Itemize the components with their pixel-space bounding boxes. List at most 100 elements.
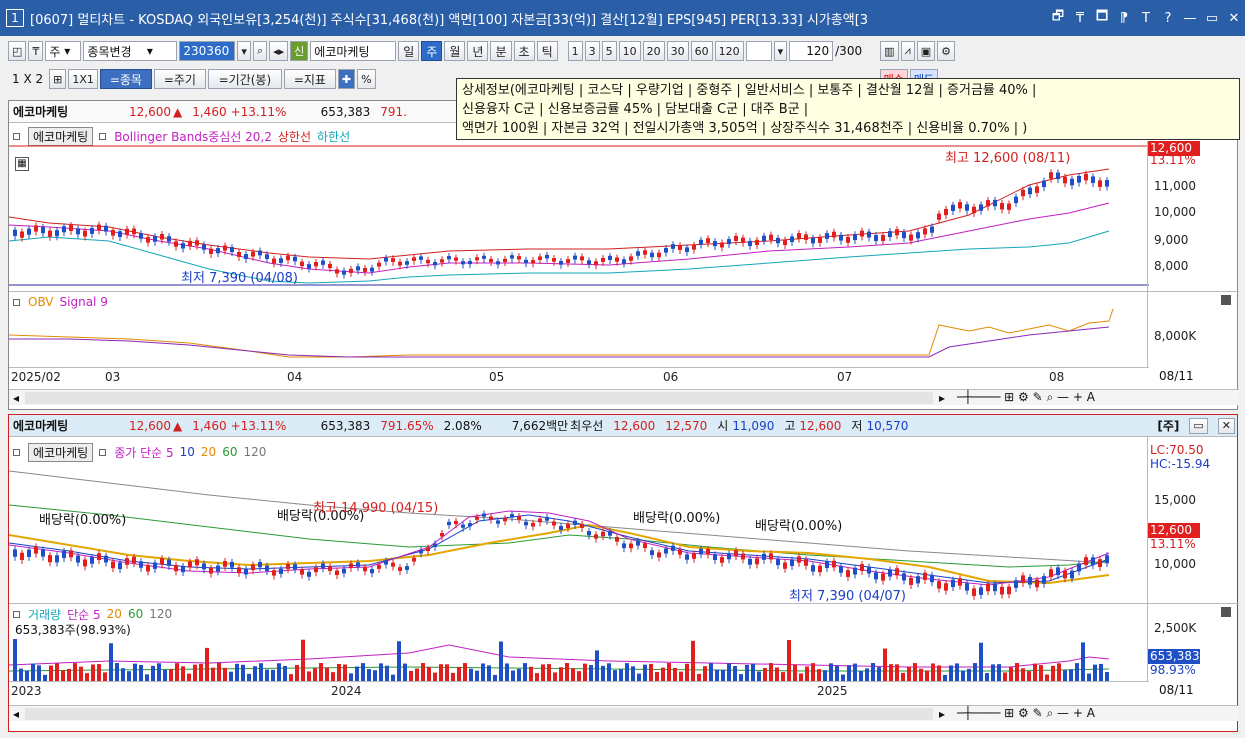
market-select[interactable]: 주 ▾ xyxy=(45,41,82,61)
pin-code-icon[interactable]: ₸ xyxy=(28,41,44,61)
volume-bar xyxy=(559,667,563,681)
maximize-icon[interactable]: ▭ xyxy=(1201,11,1223,26)
compare-icon[interactable]: ▥ xyxy=(880,41,899,61)
candle-body xyxy=(734,235,738,242)
interval-120[interactable]: 120 xyxy=(714,41,744,61)
period-year[interactable]: 년 xyxy=(467,41,489,61)
scroll-right-icon[interactable]: ▸ xyxy=(935,391,949,405)
panel-close-icon[interactable] xyxy=(1221,295,1231,305)
zoom-tools[interactable]: ─┼──── ⊞ ⚙ ✎ ⌕ — + A xyxy=(949,706,1239,721)
interval-dropdown[interactable]: ▾ xyxy=(773,41,788,61)
period-month[interactable]: 월 xyxy=(444,41,466,61)
interval-60[interactable]: 60 xyxy=(690,41,713,61)
ma60-label[interactable]: 60 xyxy=(222,445,237,459)
interval-30[interactable]: 30 xyxy=(666,41,689,61)
volume-bar xyxy=(1075,663,1079,681)
volume-bar xyxy=(511,670,515,681)
top-legend-name[interactable]: 에코마케팅 xyxy=(28,126,94,146)
period-sync-button[interactable]: =주기 xyxy=(153,69,206,89)
bottom-scrollbar[interactable]: ◂ ▸ ─┼──── ⊞ ⚙ ✎ ⌕ — + A xyxy=(9,705,1239,721)
change-select[interactable]: 종목변경 ▾ xyxy=(83,41,178,61)
minimize-icon[interactable]: — xyxy=(1179,11,1201,26)
scroll-track[interactable] xyxy=(25,707,933,720)
scroll-right-icon[interactable]: ▸ xyxy=(935,707,949,721)
grid-icon[interactable]: ⊞ xyxy=(49,69,67,89)
bottom-legend-name[interactable]: 에코마케팅 xyxy=(28,442,94,462)
link-icon[interactable]: ◰ xyxy=(8,41,27,61)
range-sync-button[interactable]: =기간(봉) xyxy=(207,69,282,89)
percent-button[interactable]: % xyxy=(357,69,376,89)
up-arrow-icon: ▲ xyxy=(173,418,183,433)
period-tick[interactable]: 틱 xyxy=(536,41,558,61)
volume-bar xyxy=(445,664,449,681)
bb-label[interactable]: Bollinger Bands중심선 20,2 xyxy=(114,128,272,145)
bottom-xlabel: 2025 xyxy=(817,684,848,698)
interval-3[interactable]: 3 xyxy=(584,41,600,61)
indicator-sync-button[interactable]: =지표 xyxy=(283,69,336,89)
period-day[interactable]: 일 xyxy=(398,41,420,61)
bb-lower-label[interactable]: 하한선 xyxy=(317,128,350,145)
stock-code-input[interactable]: 230360 xyxy=(179,41,236,61)
candle-body xyxy=(41,227,45,234)
pin-icon[interactable]: ₸ xyxy=(1069,11,1091,26)
legend-square-icon xyxy=(13,132,20,140)
interval-20[interactable]: 20 xyxy=(642,41,665,61)
candle-body xyxy=(405,566,409,570)
candle-body xyxy=(867,566,871,574)
period-week[interactable]: 주 xyxy=(421,41,443,61)
search-icon[interactable]: ⌕ xyxy=(252,41,268,61)
count-input[interactable]: 120 xyxy=(789,41,834,61)
candle-body xyxy=(321,563,325,569)
help-icon[interactable]: ? xyxy=(1157,11,1179,26)
candle-body xyxy=(111,229,115,236)
layout-1x1-button[interactable]: 1X1 xyxy=(68,69,98,89)
period-second[interactable]: 초 xyxy=(513,41,535,61)
save-icon[interactable]: ▣ xyxy=(916,41,936,61)
ma20-label[interactable]: 20 xyxy=(201,445,216,459)
candle-body xyxy=(209,248,213,254)
candle-body xyxy=(727,553,731,560)
interval-5[interactable]: 5 xyxy=(601,41,617,61)
scroll-track[interactable] xyxy=(25,391,933,404)
font-icon[interactable]: T xyxy=(1135,11,1157,26)
top-scrollbar[interactable]: ◂ ▸ ─┼──── ⊞ ⚙ ✎ ⌕ — + A xyxy=(9,389,1239,405)
code-dropdown[interactable]: ▾ xyxy=(237,41,251,61)
interval-10[interactable]: 10 xyxy=(618,41,641,61)
interval-input[interactable] xyxy=(745,41,772,61)
top-y-axis: 12,600 13.11% 11,000 10,000 9,000 8,000 xyxy=(1147,141,1237,291)
candle-body xyxy=(916,576,920,584)
volume-bar xyxy=(655,671,659,681)
stock-sync-button[interactable]: =종목 xyxy=(99,69,152,89)
gear-icon[interactable]: ⚙ xyxy=(937,41,955,61)
bb-upper-label[interactable]: 상한선 xyxy=(278,128,311,145)
ma10-label[interactable]: 10 xyxy=(180,445,195,459)
ma-label[interactable]: 종가 단순 5 xyxy=(114,444,173,461)
volume-bar xyxy=(325,667,329,681)
candle-body xyxy=(797,233,801,239)
interval-1[interactable]: 1 xyxy=(567,41,583,61)
maximize-panel-icon[interactable]: ▭ xyxy=(1189,417,1208,434)
panel-close-icon[interactable] xyxy=(1221,607,1231,617)
volume-tag: 653,383 xyxy=(1148,649,1200,664)
trend-icon[interactable]: ⩘ xyxy=(900,41,915,61)
candle-body xyxy=(307,264,311,269)
volume-bar xyxy=(673,667,677,681)
volume-bar xyxy=(421,663,425,681)
new-badge[interactable]: 신 xyxy=(290,41,309,61)
window-icon[interactable]: 🗖 xyxy=(1091,7,1113,29)
restore-icon[interactable]: 🗗 xyxy=(1047,7,1069,29)
close-icon[interactable]: ✕ xyxy=(1223,11,1245,26)
period-minute[interactable]: 분 xyxy=(490,41,512,61)
scroll-left-icon[interactable]: ◂ xyxy=(9,707,23,721)
layout-icon[interactable]: ⁋ xyxy=(1113,11,1135,26)
ma120-label[interactable]: 120 xyxy=(243,445,266,459)
candle-body xyxy=(1021,575,1025,584)
close-panel-icon[interactable]: ✕ xyxy=(1217,417,1235,434)
sound-icon[interactable]: ◂▸ xyxy=(269,41,289,61)
crosshair-icon[interactable]: ✚ xyxy=(337,69,356,89)
candle-body xyxy=(643,543,647,549)
window-number[interactable]: 1 xyxy=(6,9,24,27)
candle-body xyxy=(636,251,640,256)
scroll-left-icon[interactable]: ◂ xyxy=(9,391,23,405)
zoom-tools[interactable]: ─┼──── ⊞ ⚙ ✎ ⌕ — + A xyxy=(949,390,1239,405)
